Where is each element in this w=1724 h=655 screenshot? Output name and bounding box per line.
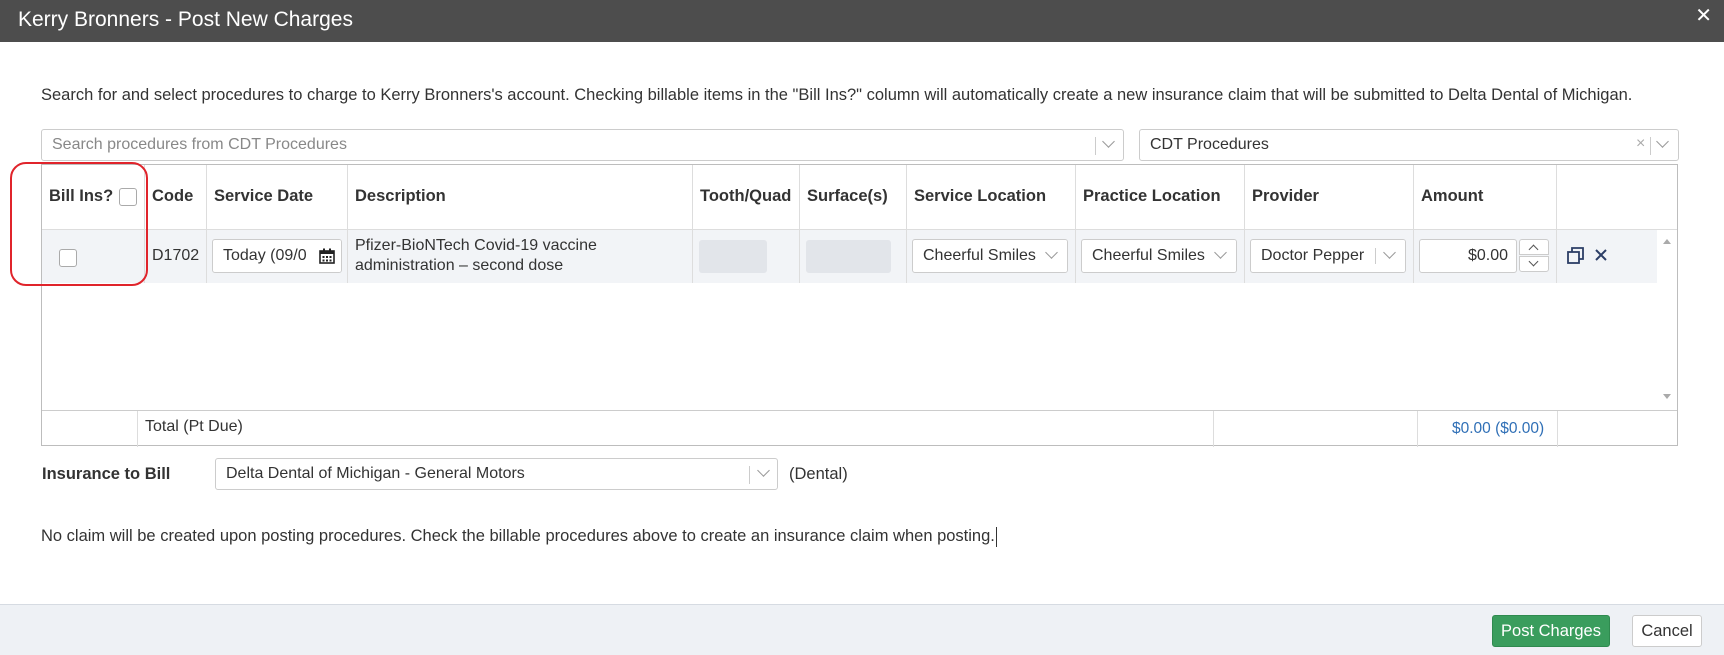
provider-value: Doctor Pepper: [1261, 247, 1365, 264]
search-separator: [1095, 137, 1096, 155]
practice-location-select[interactable]: Cheerful Smiles: [1081, 239, 1237, 273]
practice-location-value: Cheerful Smiles: [1092, 247, 1205, 264]
amount-value: $0.00: [1467, 247, 1508, 264]
cell-description: Pfizer-BioNTech Covid-19 vaccine adminis…: [348, 230, 693, 283]
header-surfaces-label: Surface(s): [807, 187, 888, 205]
provider-separator: [1375, 248, 1376, 264]
service-location-value: Cheerful Smiles: [923, 247, 1036, 264]
cell-amount: $0.00: [1414, 230, 1557, 283]
header-practice-location: Practice Location: [1076, 165, 1245, 229]
header-provider-label: Provider: [1252, 187, 1319, 205]
header-amount-label: Amount: [1421, 187, 1484, 205]
cell-bill-ins: [42, 230, 145, 283]
codeset-value: CDT Procedures: [1150, 136, 1269, 153]
claim-note: No claim will be created upon posting pr…: [41, 527, 995, 545]
codeset-separator: [1650, 137, 1651, 155]
service-location-select[interactable]: Cheerful Smiles: [912, 239, 1068, 273]
calendar-icon[interactable]: [319, 248, 335, 264]
chevron-down-icon: [1528, 256, 1539, 267]
codeset-select[interactable]: CDT Procedures ×: [1139, 129, 1679, 161]
header-service-date: Service Date: [207, 165, 348, 229]
grid-scrollbar[interactable]: [1657, 229, 1677, 409]
scroll-up-arrow-icon[interactable]: [1663, 239, 1671, 244]
insurance-select[interactable]: Delta Dental of Michigan - General Motor…: [215, 458, 778, 490]
provider-select[interactable]: Doctor Pepper: [1250, 239, 1406, 273]
cell-service-date: Today (09/0: [207, 230, 348, 283]
total-row: Total (Pt Due) $0.00 ($0.00): [42, 410, 1677, 447]
select-all-bill-ins-checkbox[interactable]: [119, 188, 137, 206]
insurance-type: (Dental): [789, 465, 848, 483]
surfaces-input[interactable]: [806, 240, 891, 273]
header-provider: Provider: [1245, 165, 1414, 229]
amount-increment-button[interactable]: [1519, 239, 1549, 255]
header-service-location-label: Service Location: [914, 187, 1047, 205]
clear-icon[interactable]: ×: [1636, 135, 1645, 153]
cell-provider: Doctor Pepper: [1245, 230, 1414, 283]
chevron-down-icon[interactable]: [757, 464, 770, 477]
cell-surfaces: [800, 230, 907, 283]
header-amount: Amount: [1414, 165, 1557, 229]
cell-service-location: Cheerful Smiles: [907, 230, 1076, 283]
cell-actions: [1557, 230, 1657, 283]
header-practice-location-label: Practice Location: [1083, 187, 1221, 205]
chevron-down-icon[interactable]: [1656, 135, 1669, 148]
header-description-label: Description: [355, 187, 446, 205]
header-bill-ins-label: Bill Ins?: [49, 187, 114, 205]
insurance-label: Insurance to Bill: [42, 465, 171, 483]
duplicate-icon[interactable]: [1567, 247, 1585, 265]
remove-row-icon[interactable]: [1594, 248, 1608, 262]
intro-text: Search for and select procedures to char…: [41, 86, 1633, 104]
text-caret: [996, 527, 997, 547]
header-bill-ins: Bill Ins?: [42, 165, 145, 229]
procedure-code: D1702: [152, 247, 200, 264]
total-divider: [1417, 411, 1418, 447]
insurance-selected-value: Delta Dental of Michigan - General Motor…: [226, 465, 525, 482]
dialog-title: Kerry Bronners - Post New Charges: [18, 8, 353, 31]
dialog-titlebar: Kerry Bronners - Post New Charges ✕: [0, 0, 1724, 42]
bill-ins-checkbox[interactable]: [59, 249, 77, 267]
insurance-separator: [749, 466, 750, 484]
description-line1: Pfizer-BioNTech Covid-19 vaccine: [355, 237, 597, 254]
cell-code: D1702: [145, 230, 207, 283]
service-date-input[interactable]: Today (09/0: [212, 239, 342, 273]
scroll-down-arrow-icon[interactable]: [1663, 394, 1671, 399]
total-label: Total (Pt Due): [145, 418, 243, 435]
header-code: Code: [145, 165, 207, 229]
total-divider: [1213, 411, 1214, 447]
procedure-search-placeholder: Search procedures from CDT Procedures: [52, 136, 347, 153]
table-row: D1702 Today (09/0 Pfizer-BioNTech Covid-…: [42, 230, 1657, 283]
amount-decrement-button[interactable]: [1519, 256, 1549, 272]
header-description: Description: [348, 165, 693, 229]
amount-input[interactable]: $0.00: [1419, 239, 1517, 273]
chevron-down-icon[interactable]: [1102, 135, 1115, 148]
header-surfaces: Surface(s): [800, 165, 907, 229]
cell-practice-location: Cheerful Smiles: [1076, 230, 1245, 283]
header-code-label: Code: [152, 187, 194, 205]
total-divider: [1557, 411, 1558, 447]
charges-grid: Bill Ins? Code Service Date Description …: [41, 164, 1678, 447]
header-service-date-label: Service Date: [214, 187, 314, 205]
post-charges-button[interactable]: Post Charges: [1492, 615, 1610, 647]
total-value: $0.00 ($0.00): [1452, 420, 1545, 437]
header-service-location: Service Location: [907, 165, 1076, 229]
description-line2: administration – second dose: [355, 257, 564, 274]
tooth-quad-input[interactable]: [699, 240, 767, 273]
cell-tooth-quad: [693, 230, 800, 283]
header-tooth-quad: Tooth/Quad: [693, 165, 800, 229]
dialog-footer: Post Charges Cancel: [0, 604, 1724, 655]
cancel-button[interactable]: Cancel: [1632, 615, 1702, 647]
service-date-value: Today (09/0: [223, 247, 307, 264]
total-divider: [137, 411, 138, 447]
header-tooth-quad-label: Tooth/Quad: [700, 187, 792, 205]
procedure-search-input[interactable]: Search procedures from CDT Procedures: [41, 129, 1124, 161]
chevron-up-icon: [1528, 244, 1539, 255]
close-icon[interactable]: ✕: [1695, 4, 1712, 28]
